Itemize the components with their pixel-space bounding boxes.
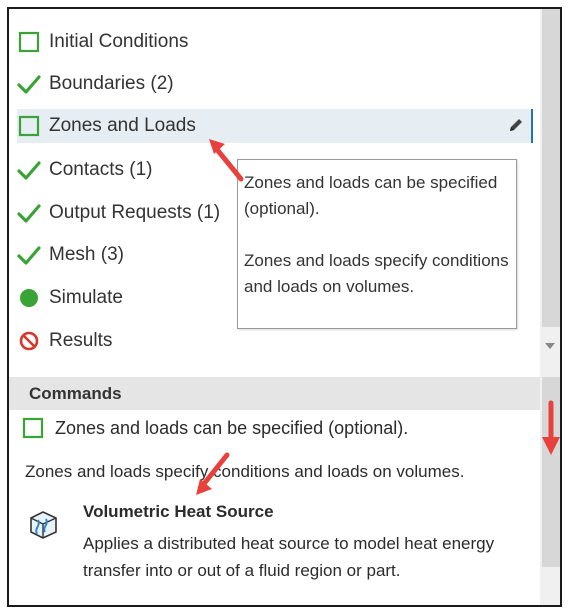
command-description: Applies a distributed heat source to mod… [83,534,495,580]
annotation-arrow-icon [209,139,244,182]
scrollbar-thumb[interactable] [542,9,560,327]
tree-item-label: Initial Conditions [49,31,189,52]
no-entry-icon [17,329,41,353]
checkmark-icon [17,72,41,96]
tree-item-results[interactable]: Results [17,324,533,358]
tree-item-label: Zones and Loads [49,115,196,136]
tree-item-label: Results [49,330,113,351]
tree-item-boundaries[interactable]: Boundaries (2) [17,67,533,101]
volumetric-heat-source-command[interactable]: Volumetric Heat Source Applies a distrib… [23,502,523,592]
tree-item-initial-conditions[interactable]: Initial Conditions [17,25,533,59]
commands-status: Zones and loads can be specified (option… [21,416,408,440]
partial-command-icon [29,606,63,607]
tree-item-label: Mesh (3) [49,244,124,265]
empty-square-icon [21,416,45,440]
pencil-edit-icon[interactable] [507,116,525,134]
tree-scrollbar[interactable] [540,9,560,377]
scroll-down-arrow-icon[interactable] [545,343,555,349]
commands-status-text: Zones and loads can be specified (option… [55,417,409,438]
commands-panel: Zones and loads can be specified (option… [9,410,540,607]
tree-item-label: Boundaries (2) [49,73,174,94]
tooltip-line-1: Zones and loads can be specified (option… [244,173,498,218]
tooltip-line-2: Zones and loads specify conditions and l… [244,251,509,296]
tooltip: Zones and loads can be specified (option… [237,159,517,329]
annotation-arrow-icon [542,400,560,455]
tree-item-zones-and-loads[interactable]: Zones and Loads [17,109,533,143]
app-frame: Initial Conditions Boundaries (2) Zones … [7,7,562,607]
annotation-arrow-icon [196,452,230,495]
commands-header-label: Commands [29,383,122,403]
tree-item-label: Contacts (1) [49,159,153,180]
checkmark-icon [17,158,41,182]
commands-header: Commands [9,377,540,410]
command-title: Volumetric Heat Source [83,502,274,521]
green-circle-icon [17,286,41,310]
tree-item-label: Simulate [49,287,123,308]
empty-square-icon [17,30,41,54]
commands-description: Zones and loads specify conditions and l… [25,462,465,481]
checkmark-icon [17,201,41,225]
checkmark-icon [17,243,41,267]
tree-item-label: Output Requests (1) [49,202,221,223]
volumetric-heat-source-icon [23,504,63,544]
empty-square-icon [17,114,41,138]
